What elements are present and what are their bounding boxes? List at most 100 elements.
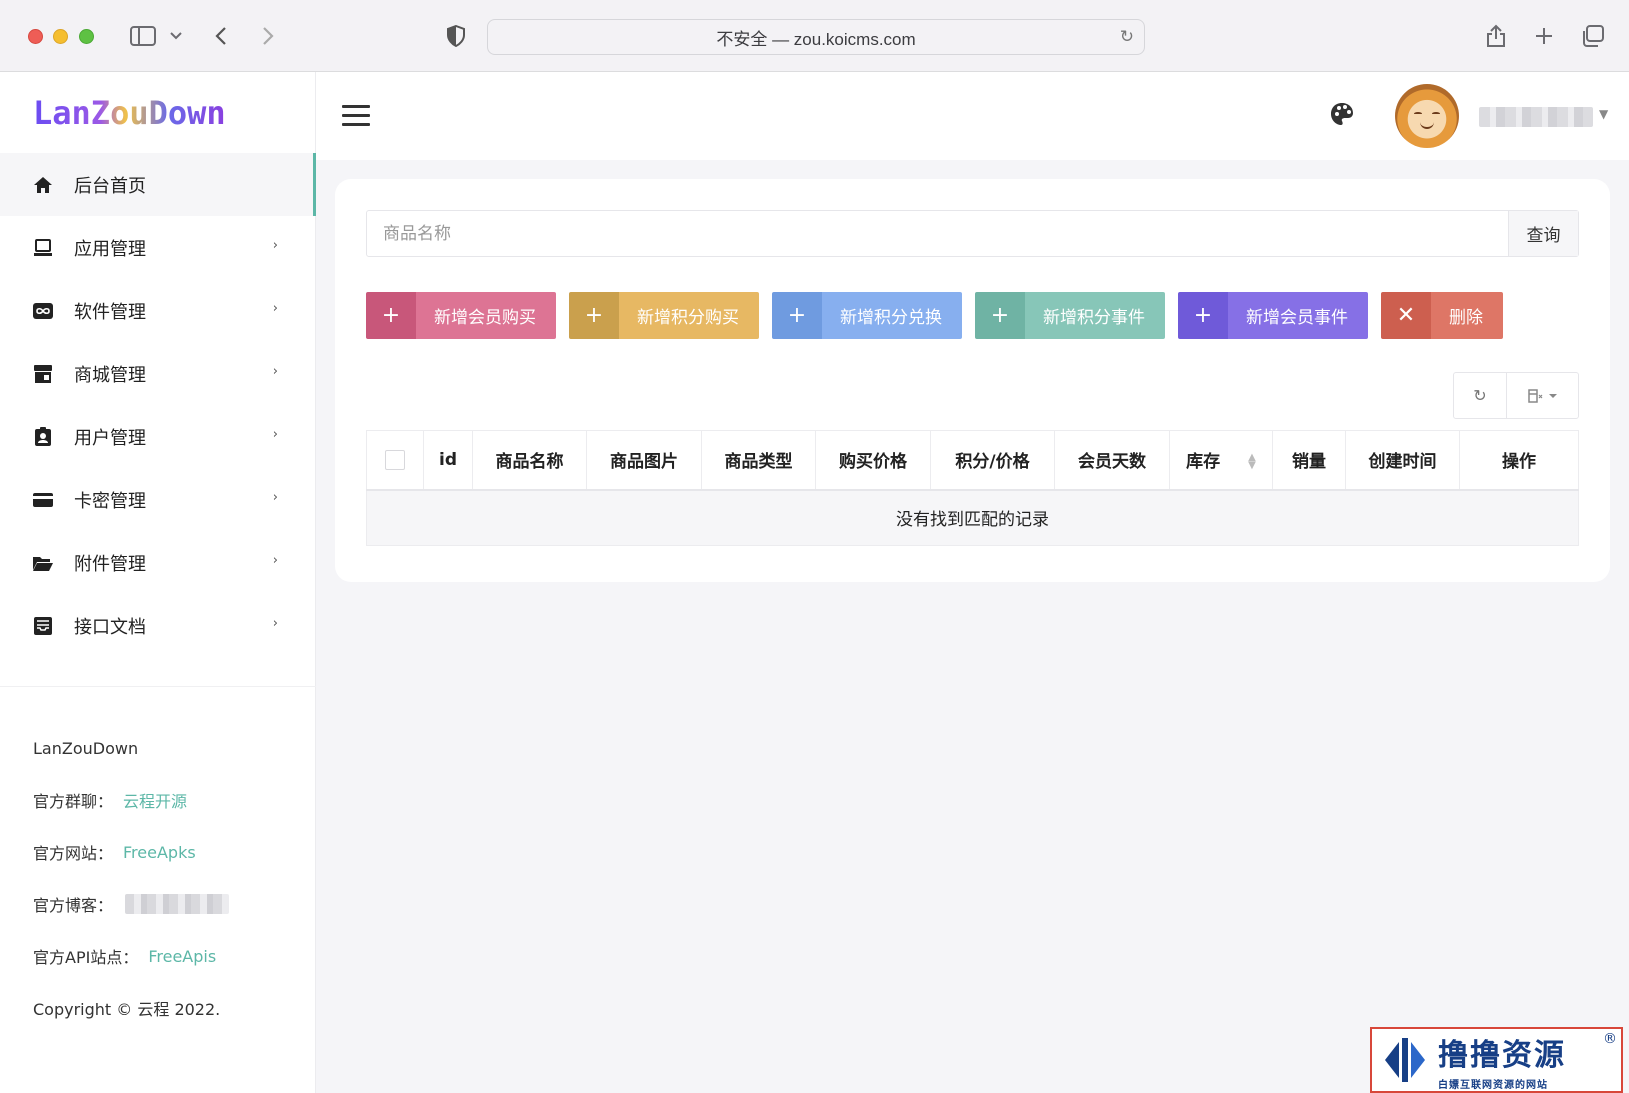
chevron-right-icon: › <box>272 364 278 379</box>
sidebar-item-api-docs[interactable]: 接口文档 › <box>0 594 316 657</box>
share-icon[interactable] <box>1484 20 1508 52</box>
site-link[interactable]: FreeApks <box>123 843 196 862</box>
refresh-icon[interactable]: ↻ <box>1454 373 1506 418</box>
sidebar-item-apps[interactable]: 应用管理 › <box>0 216 316 279</box>
column-header[interactable]: 商品类型 <box>701 430 816 491</box>
reload-icon[interactable]: ↻ <box>1120 27 1134 47</box>
add-points-purchase-button[interactable]: + 新增积分购买 <box>569 292 759 339</box>
column-header[interactable]: 商品名称 <box>472 430 587 491</box>
chevron-right-icon: › <box>272 553 278 568</box>
sidebar-item-label: 附件管理 <box>74 553 146 575</box>
plus-icon: + <box>366 292 416 339</box>
sidebar-item-cards[interactable]: 卡密管理 › <box>0 468 316 531</box>
sidebar-item-label: 卡密管理 <box>74 490 146 512</box>
sidebar-item-software[interactable]: 软件管理 › <box>0 279 316 342</box>
tab-overview-icon[interactable] <box>1580 20 1606 52</box>
api-label: 官方API站点： <box>33 948 139 967</box>
api-link[interactable]: FreeApis <box>148 947 216 966</box>
sidebar-item-label: 应用管理 <box>74 238 146 260</box>
new-tab-icon[interactable] <box>1532 20 1556 52</box>
column-header[interactable]: 会员天数 <box>1054 430 1170 491</box>
home-icon <box>32 174 54 196</box>
empty-row: 没有找到匹配的记录 <box>366 489 1579 546</box>
desktop-icon <box>32 237 54 259</box>
plus-icon: + <box>772 292 822 339</box>
close-window-button[interactable] <box>28 29 43 44</box>
username-redacted[interactable] <box>1479 107 1593 127</box>
site-label: 官方网站： <box>33 844 114 863</box>
app-logo[interactable]: LanZouDown <box>33 94 226 132</box>
blog-label: 官方博客： <box>33 896 114 915</box>
columns-toggle-icon[interactable] <box>1506 373 1578 418</box>
sidebar-toggle-icon[interactable] <box>128 20 158 52</box>
forward-icon[interactable] <box>257 20 279 52</box>
column-header[interactable]: 购买价格 <box>815 430 931 491</box>
products-table: id 商品名称 商品图片 商品类型 购买价格 积分/价格 会员天数 库存 ▲ ▼ 销… <box>366 430 1579 546</box>
caret-down-icon[interactable]: ▼ <box>1599 107 1608 121</box>
column-header[interactable]: id <box>423 430 473 491</box>
select-all-cell <box>366 430 424 491</box>
chevron-right-icon: › <box>272 616 278 631</box>
sidebar-item-dashboard[interactable]: 后台首页 <box>0 153 316 216</box>
zoom-window-button[interactable] <box>79 29 94 44</box>
plus-icon: + <box>1178 292 1228 339</box>
blog-link-redacted[interactable] <box>125 894 230 914</box>
chevron-down-icon[interactable] <box>168 20 184 52</box>
add-member-purchase-button[interactable]: + 新增会员购买 <box>366 292 556 339</box>
column-header-sortable[interactable]: 库存 ▲ ▼ <box>1169 430 1273 491</box>
back-icon[interactable] <box>210 20 232 52</box>
plus-icon: + <box>569 292 619 339</box>
chevron-right-icon: › <box>272 301 278 316</box>
minimize-window-button[interactable] <box>53 29 68 44</box>
watermark-subtitle: 白嫖互联网资源的网站 <box>1438 1079 1548 1091</box>
add-member-event-button[interactable]: + 新增会员事件 <box>1178 292 1368 339</box>
infinity-icon <box>32 300 54 322</box>
hamburger-icon[interactable] <box>342 105 370 127</box>
sidebar-item-attachments[interactable]: 附件管理 › <box>0 531 316 594</box>
column-header[interactable]: 商品图片 <box>586 430 702 491</box>
column-header[interactable]: 操作 <box>1459 430 1579 491</box>
sidebar-item-users[interactable]: 用户管理 › <box>0 405 316 468</box>
sidebar-item-label: 接口文档 <box>74 616 146 638</box>
add-points-exchange-button[interactable]: + 新增积分兑换 <box>772 292 962 339</box>
delete-button[interactable]: ✕ 删除 <box>1381 292 1503 339</box>
sidebar-menu: 后台首页 应用管理 › 软件管理 › 商城管理 › 用户管理 › 卡密管理 › … <box>0 153 316 657</box>
browser-toolbar: 不安全 — zou.koicms.com ↻ <box>0 0 1629 72</box>
column-header[interactable]: 销量 <box>1272 430 1346 491</box>
watermark-emblem-icon <box>1372 1029 1438 1091</box>
url-text: 不安全 — zou.koicms.com <box>716 29 916 49</box>
chevron-right-icon: › <box>272 238 278 253</box>
select-all-checkbox[interactable] <box>385 449 405 470</box>
search-button[interactable]: 查询 <box>1508 211 1578 256</box>
address-bar[interactable]: 不安全 — zou.koicms.com ↻ <box>487 19 1145 55</box>
group-link[interactable]: 云程开源 <box>123 788 187 812</box>
table-header-row: id 商品名称 商品图片 商品类型 购买价格 积分/价格 会员天数 库存 ▲ ▼ 销… <box>366 430 1579 491</box>
table-tools: ↻ <box>1453 372 1579 419</box>
store-icon <box>32 363 54 385</box>
footer-brand: LanZouDown <box>33 738 139 758</box>
add-points-event-button[interactable]: + 新增积分事件 <box>975 292 1165 339</box>
content-card: 查询 + 新增会员购买 + 新增积分购买 + 新增积分兑换 + 新增积分事件 +… <box>335 179 1610 582</box>
watermark-logo: 撸撸资源 白嫖互联网资源的网站 ® <box>1370 1027 1623 1093</box>
privacy-shield-icon[interactable] <box>444 20 468 52</box>
copyright: Copyright © 云程 2022. <box>33 1000 221 1019</box>
chevron-right-icon: › <box>272 427 278 442</box>
sidebar-item-label: 商城管理 <box>74 364 146 386</box>
registered-mark: ® <box>1603 1031 1617 1047</box>
palette-icon[interactable] <box>1330 102 1356 128</box>
sidebar-item-label: 用户管理 <box>74 427 146 449</box>
sidebar: LanZouDown 后台首页 应用管理 › 软件管理 › 商城管理 › 用户管… <box>0 72 316 1093</box>
column-header[interactable]: 积分/价格 <box>930 430 1055 491</box>
product-name-search-input[interactable] <box>367 211 1508 256</box>
sidebar-divider <box>0 686 316 687</box>
user-badge-icon <box>32 426 54 448</box>
column-header[interactable]: 创建时间 <box>1345 430 1460 491</box>
sidebar-item-store[interactable]: 商城管理 › <box>0 342 316 405</box>
sidebar-item-label: 软件管理 <box>74 301 146 323</box>
sort-icon: ▲ ▼ <box>1248 452 1256 472</box>
sidebar-footer: LanZouDown 官方群聊： 云程开源 官方网站： FreeApks 官方博… <box>33 722 230 1034</box>
avatar[interactable] <box>1395 84 1459 148</box>
sidebar-item-label: 后台首页 <box>74 175 146 197</box>
folder-open-icon <box>32 552 54 574</box>
inbox-icon <box>32 615 54 637</box>
